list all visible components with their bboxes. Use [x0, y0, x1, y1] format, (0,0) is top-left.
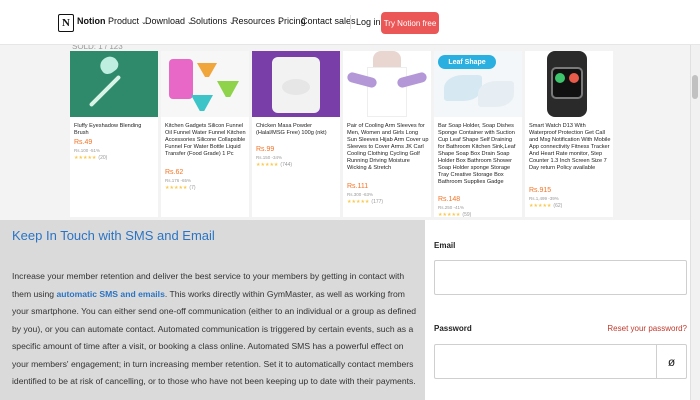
- brand-name[interactable]: Notion: [77, 16, 106, 26]
- product-card[interactable]: Chicken Masa Powder (Halal/MSG Free) 100…: [252, 51, 340, 217]
- login-form: Email Password Reset your password? ø: [425, 220, 690, 400]
- product-card[interactable]: Fluffy Eyeshadow Blending Brush Rs.49 Rs…: [70, 51, 158, 217]
- password-field[interactable]: [434, 344, 687, 379]
- product-card[interactable]: Leaf Shape Bar Soap Holder, Soap Dishes …: [434, 51, 522, 218]
- product-image: [525, 51, 613, 117]
- product-name: Bar Soap Holder, Soap Dishes Sponge Cont…: [438, 123, 516, 185]
- product-old-price: Rs.1,499 -39%: [529, 196, 559, 201]
- automatic-sms-link[interactable]: automatic SMS and emails: [56, 289, 164, 299]
- show-password-icon[interactable]: ø: [656, 345, 686, 378]
- sms-email-section: Keep In Touch with SMS and Email Increas…: [0, 220, 425, 400]
- product-price: Rs.111: [347, 183, 369, 190]
- product-rating: ★★★★★ (62): [529, 203, 563, 209]
- product-rating: ★★★★★ (59): [438, 212, 472, 218]
- product-name: Fluffy Eyeshadow Blending Brush: [74, 123, 142, 136]
- password-label: Password: [434, 324, 472, 333]
- product-old-price: Rs.100 -51%: [74, 148, 101, 153]
- product-name: Pair of Cooling Arm Sleeves for Men, Wom…: [347, 123, 429, 171]
- product-card[interactable]: Kitchen Gadgets Silicon Funnel Oil Funne…: [161, 51, 249, 217]
- product-price: Rs.62: [165, 169, 184, 176]
- product-name: Chicken Masa Powder (Halal/MSG Free) 100…: [256, 123, 327, 136]
- product-image: Leaf Shape: [434, 51, 522, 117]
- product-old-price: Rs.300 -63%: [347, 192, 374, 197]
- product-old-price: Rs.150 -34%: [256, 155, 283, 160]
- scrollbar-thumb[interactable]: [692, 75, 698, 99]
- product-rating: ★★★★★ (177): [347, 199, 384, 205]
- product-card[interactable]: Pair of Cooling Arm Sleeves for Men, Wom…: [343, 51, 431, 217]
- product-price: Rs.99: [256, 146, 275, 153]
- product-name: Smart Watch D13 With Waterproof Protecti…: [529, 123, 611, 171]
- product-list: Fluffy Eyeshadow Blending Brush Rs.49 Rs…: [70, 51, 613, 218]
- section-title: Keep In Touch with SMS and Email: [12, 228, 215, 243]
- product-image: [252, 51, 340, 117]
- nav-item-contact-sales[interactable]: Contact sales: [301, 16, 356, 26]
- product-image: [161, 51, 249, 117]
- section-body: Increase your member retention and deliv…: [12, 271, 417, 386]
- top-nav: N Notion Product ⌄ Download ⌄ Solutions ⌄ R…: [0, 0, 700, 45]
- product-rating: ★★★★★ (7): [165, 185, 196, 191]
- product-old-price: Rs.176 -65%: [165, 178, 192, 183]
- email-field[interactable]: [434, 260, 687, 295]
- product-price: Rs.49: [74, 139, 93, 146]
- product-price: Rs.148: [438, 196, 461, 203]
- nav-item-product[interactable]: Product ⌄: [108, 16, 147, 26]
- product-image: [70, 51, 158, 117]
- login-link[interactable]: Log in: [356, 17, 381, 27]
- product-strip: SOLD: 1 / 123 Fluffy Eyeshadow Blending …: [0, 42, 690, 220]
- product-price: Rs.915: [529, 187, 552, 194]
- product-rating: ★★★★★ (744): [256, 162, 293, 168]
- notion-logo-icon[interactable]: N: [58, 14, 74, 32]
- nav-divider: [350, 15, 351, 29]
- try-free-button[interactable]: Try Notion free: [381, 12, 439, 34]
- product-old-price: Rs.250 -41%: [438, 205, 465, 210]
- email-label: Email: [434, 241, 456, 250]
- product-card[interactable]: Smart Watch D13 With Waterproof Protecti…: [525, 51, 613, 217]
- product-image: [343, 51, 431, 117]
- reset-password-link[interactable]: Reset your password?: [607, 324, 687, 333]
- nav-item-solutions[interactable]: Solutions ⌄: [190, 16, 235, 26]
- product-rating: ★★★★★ (20): [74, 155, 108, 161]
- nav-item-download[interactable]: Download ⌄: [145, 16, 193, 26]
- nav-item-resources[interactable]: Resources ⌄: [232, 16, 283, 26]
- product-name: Kitchen Gadgets Silicon Funnel Oil Funne…: [165, 123, 246, 157]
